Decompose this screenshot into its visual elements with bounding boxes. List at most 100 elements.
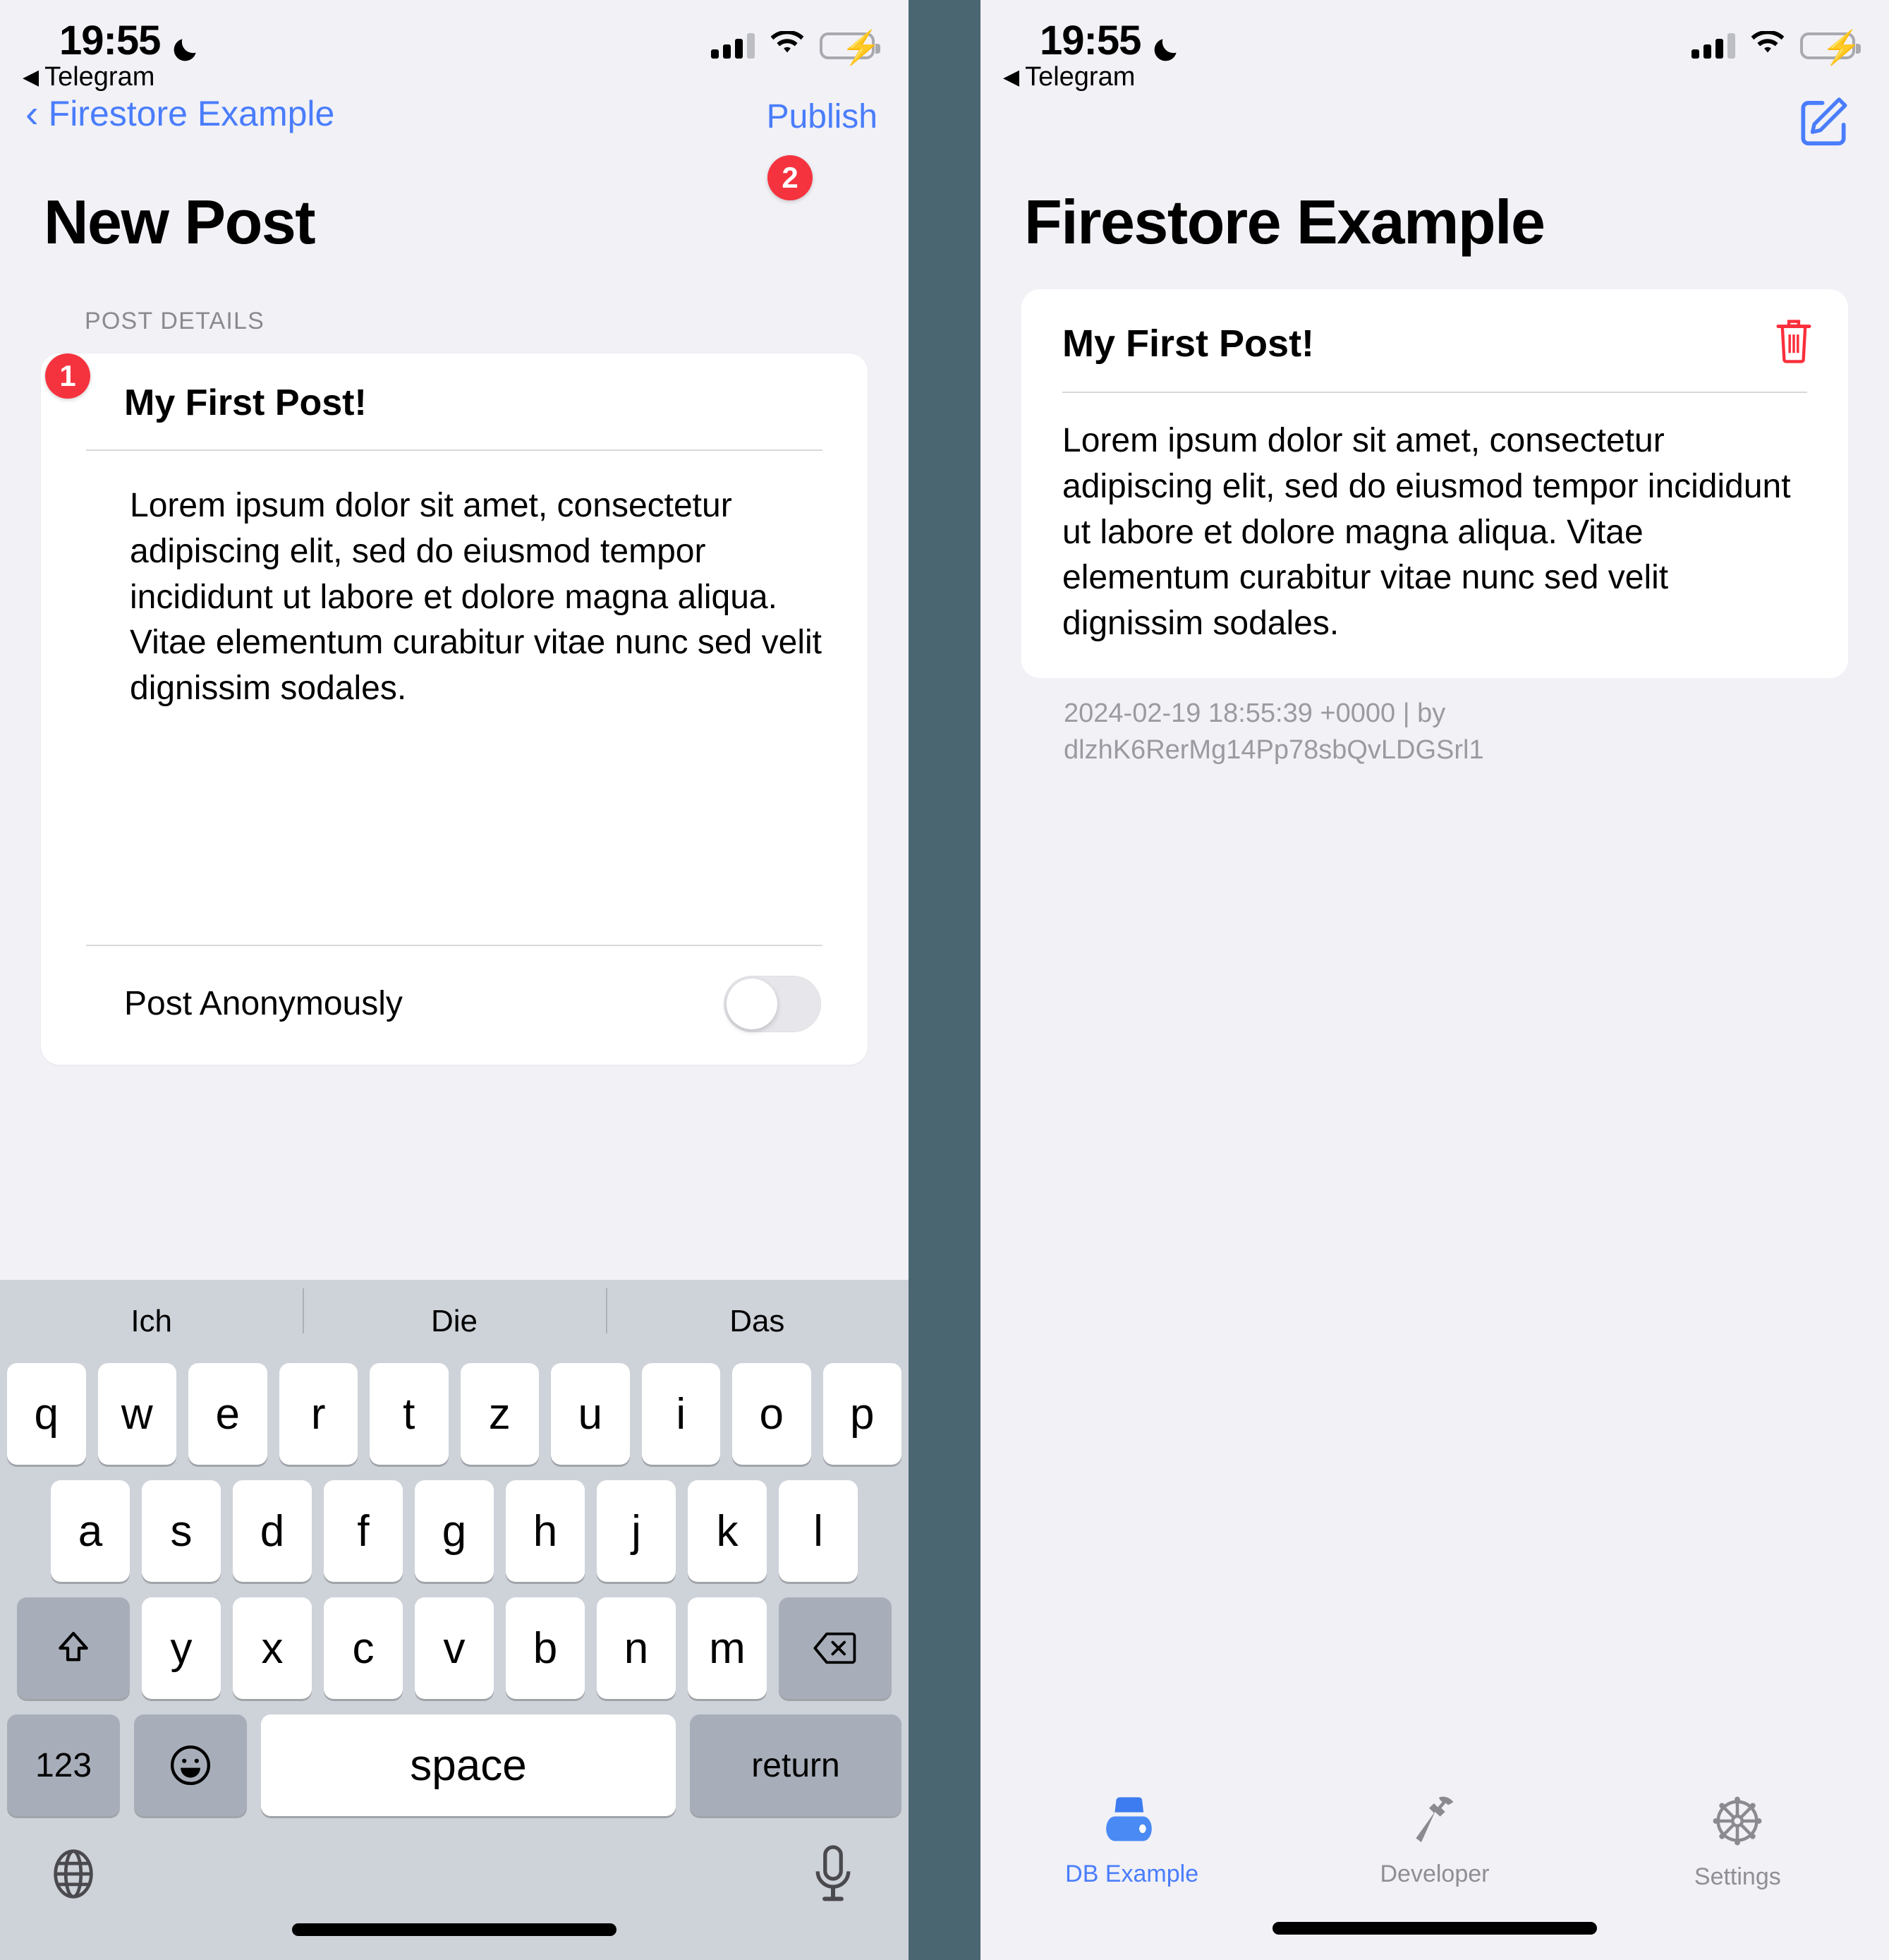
- back-app-label: Telegram: [1025, 62, 1136, 92]
- globe-language-icon[interactable]: [47, 1847, 100, 1904]
- publish-annotation-badge: 2: [767, 155, 813, 200]
- keyboard-row-4: 123 space return: [0, 1714, 909, 1833]
- numbers-key[interactable]: 123: [7, 1714, 120, 1816]
- status-bar-right: 19:55 ◀ Telegram ⚡: [980, 0, 1889, 93]
- publish-button[interactable]: Publish: [767, 97, 877, 136]
- prediction-item[interactable]: Die: [303, 1288, 605, 1339]
- home-indicator: [1273, 1922, 1597, 1935]
- moon-icon: [1150, 28, 1182, 61]
- post-body-field[interactable]: Lorem ipsum dolor sit amet, consectetur …: [41, 451, 868, 712]
- prediction-item[interactable]: Ich: [0, 1304, 303, 1339]
- post-metadata: 2024-02-19 18:55:39 +0000 | by dlzhK6Rer…: [1064, 698, 1484, 766]
- wifi-icon: [770, 30, 804, 60]
- back-triangle-icon: ◀: [23, 65, 40, 89]
- post-title: My First Post!: [1062, 322, 1315, 365]
- battery-charging-icon: ⚡: [1800, 31, 1861, 63]
- status-back-to-app-right[interactable]: ◀ Telegram: [1003, 62, 1135, 92]
- post-card-header: My First Post!: [1021, 289, 1848, 392]
- right-phone-screen: 19:55 ◀ Telegram ⚡ Firestore Example My …: [980, 0, 1889, 1960]
- post-anonymously-toggle[interactable]: [724, 975, 821, 1032]
- microphone-dictation-icon[interactable]: [808, 1844, 858, 1908]
- key-u[interactable]: u: [551, 1363, 630, 1465]
- prediction-item[interactable]: Das: [605, 1288, 909, 1339]
- emoji-smiley-icon[interactable]: [134, 1714, 247, 1816]
- chevron-left-icon: ‹: [25, 91, 39, 135]
- back-app-label: Telegram: [44, 62, 155, 92]
- gear-icon: [1710, 1793, 1765, 1852]
- tab-developer[interactable]: Developer: [1283, 1793, 1586, 1888]
- key-j[interactable]: j: [597, 1480, 676, 1582]
- keyboard-row-2: a s d f g h j k l: [0, 1480, 909, 1597]
- tab-label: DB Example: [1065, 1861, 1199, 1887]
- key-p[interactable]: p: [822, 1363, 901, 1465]
- post-card[interactable]: My First Post! Lorem ipsum dolor sit ame…: [1021, 289, 1848, 678]
- status-time-left: 19:55: [59, 17, 201, 64]
- status-bar-left: 19:55 ◀ Telegram ⚡: [0, 0, 909, 93]
- tab-label: Developer: [1380, 1861, 1490, 1887]
- battery-charging-icon: ⚡: [820, 31, 881, 63]
- keyboard-row-1: q w e r t z u i o p: [0, 1363, 909, 1480]
- post-body-spacer: [41, 712, 868, 945]
- screenshot-gutter: [909, 0, 980, 1960]
- cellular-signal-icon: [1691, 32, 1735, 59]
- key-q[interactable]: q: [7, 1363, 86, 1465]
- backspace-delete-icon[interactable]: [779, 1597, 892, 1699]
- post-anonymously-label: Post Anonymously: [124, 985, 403, 1023]
- navigation-bar-right: [980, 93, 1889, 167]
- key-t[interactable]: t: [370, 1363, 449, 1465]
- key-x[interactable]: x: [233, 1597, 312, 1699]
- key-o[interactable]: o: [732, 1363, 811, 1465]
- tab-settings[interactable]: Settings: [1586, 1793, 1889, 1891]
- key-m[interactable]: m: [688, 1597, 767, 1699]
- home-indicator: [292, 1923, 616, 1936]
- key-h[interactable]: h: [506, 1480, 585, 1582]
- post-title-field[interactable]: 1 My First Post!: [41, 353, 868, 449]
- section-header-post-details: POST DETAILS: [85, 308, 265, 334]
- key-c[interactable]: c: [324, 1597, 403, 1699]
- key-b[interactable]: b: [506, 1597, 585, 1699]
- post-details-card: 1 My First Post! Lorem ipsum dolor sit a…: [41, 353, 868, 1065]
- keyboard-row-3: y x c v b n m: [0, 1597, 909, 1714]
- key-k[interactable]: k: [688, 1480, 767, 1582]
- key-w[interactable]: w: [97, 1363, 176, 1465]
- wifi-icon: [1751, 30, 1785, 60]
- back-button[interactable]: ‹ Firestore Example: [25, 93, 334, 134]
- status-indicators-left: ⚡: [711, 30, 881, 63]
- page-title: Firestore Example: [1024, 187, 1545, 257]
- status-time-label: 19:55: [1040, 18, 1141, 63]
- cellular-signal-icon: [711, 32, 755, 59]
- key-l[interactable]: l: [779, 1480, 858, 1582]
- key-v[interactable]: v: [415, 1597, 494, 1699]
- key-s[interactable]: s: [142, 1480, 221, 1582]
- key-z[interactable]: z: [460, 1363, 539, 1465]
- title-annotation-badge: 1: [45, 353, 90, 399]
- post-anonymously-row[interactable]: Post Anonymously: [41, 946, 868, 1065]
- key-y[interactable]: y: [142, 1597, 221, 1699]
- key-i[interactable]: i: [641, 1363, 720, 1465]
- status-back-to-app-left[interactable]: ◀ Telegram: [23, 62, 154, 92]
- back-button-label: Firestore Example: [48, 94, 335, 133]
- moon-icon: [170, 28, 201, 61]
- space-key[interactable]: space: [261, 1714, 676, 1816]
- key-d[interactable]: d: [233, 1480, 312, 1582]
- return-key[interactable]: return: [690, 1714, 901, 1816]
- key-r[interactable]: r: [279, 1363, 358, 1465]
- key-f[interactable]: f: [324, 1480, 403, 1582]
- shift-up-arrow-icon[interactable]: [17, 1597, 130, 1699]
- key-g[interactable]: g: [415, 1480, 494, 1582]
- trash-delete-icon[interactable]: [1773, 319, 1814, 368]
- database-icon: [1103, 1793, 1162, 1849]
- key-n[interactable]: n: [597, 1597, 676, 1699]
- navigation-bar-left: ‹ Firestore Example Publish 2: [0, 93, 909, 200]
- status-time-right: 19:55: [1040, 17, 1182, 64]
- status-indicators-right: ⚡: [1691, 30, 1861, 63]
- key-e[interactable]: e: [188, 1363, 267, 1465]
- predictive-text-bar: Ich Die Das: [0, 1280, 909, 1363]
- on-screen-keyboard: Ich Die Das q w e r t z u i o p a s d f: [0, 1280, 909, 1960]
- dual-screenshot-stage: 19:55 ◀ Telegram ⚡ ‹ Firestore Example P…: [0, 0, 1889, 1960]
- key-a[interactable]: a: [51, 1480, 130, 1582]
- tab-db-example[interactable]: DB Example: [980, 1793, 1283, 1888]
- keyboard-bottom-bar: [0, 1833, 909, 1960]
- post-title-value: My First Post!: [124, 382, 367, 423]
- compose-new-post-icon[interactable]: [1793, 90, 1854, 155]
